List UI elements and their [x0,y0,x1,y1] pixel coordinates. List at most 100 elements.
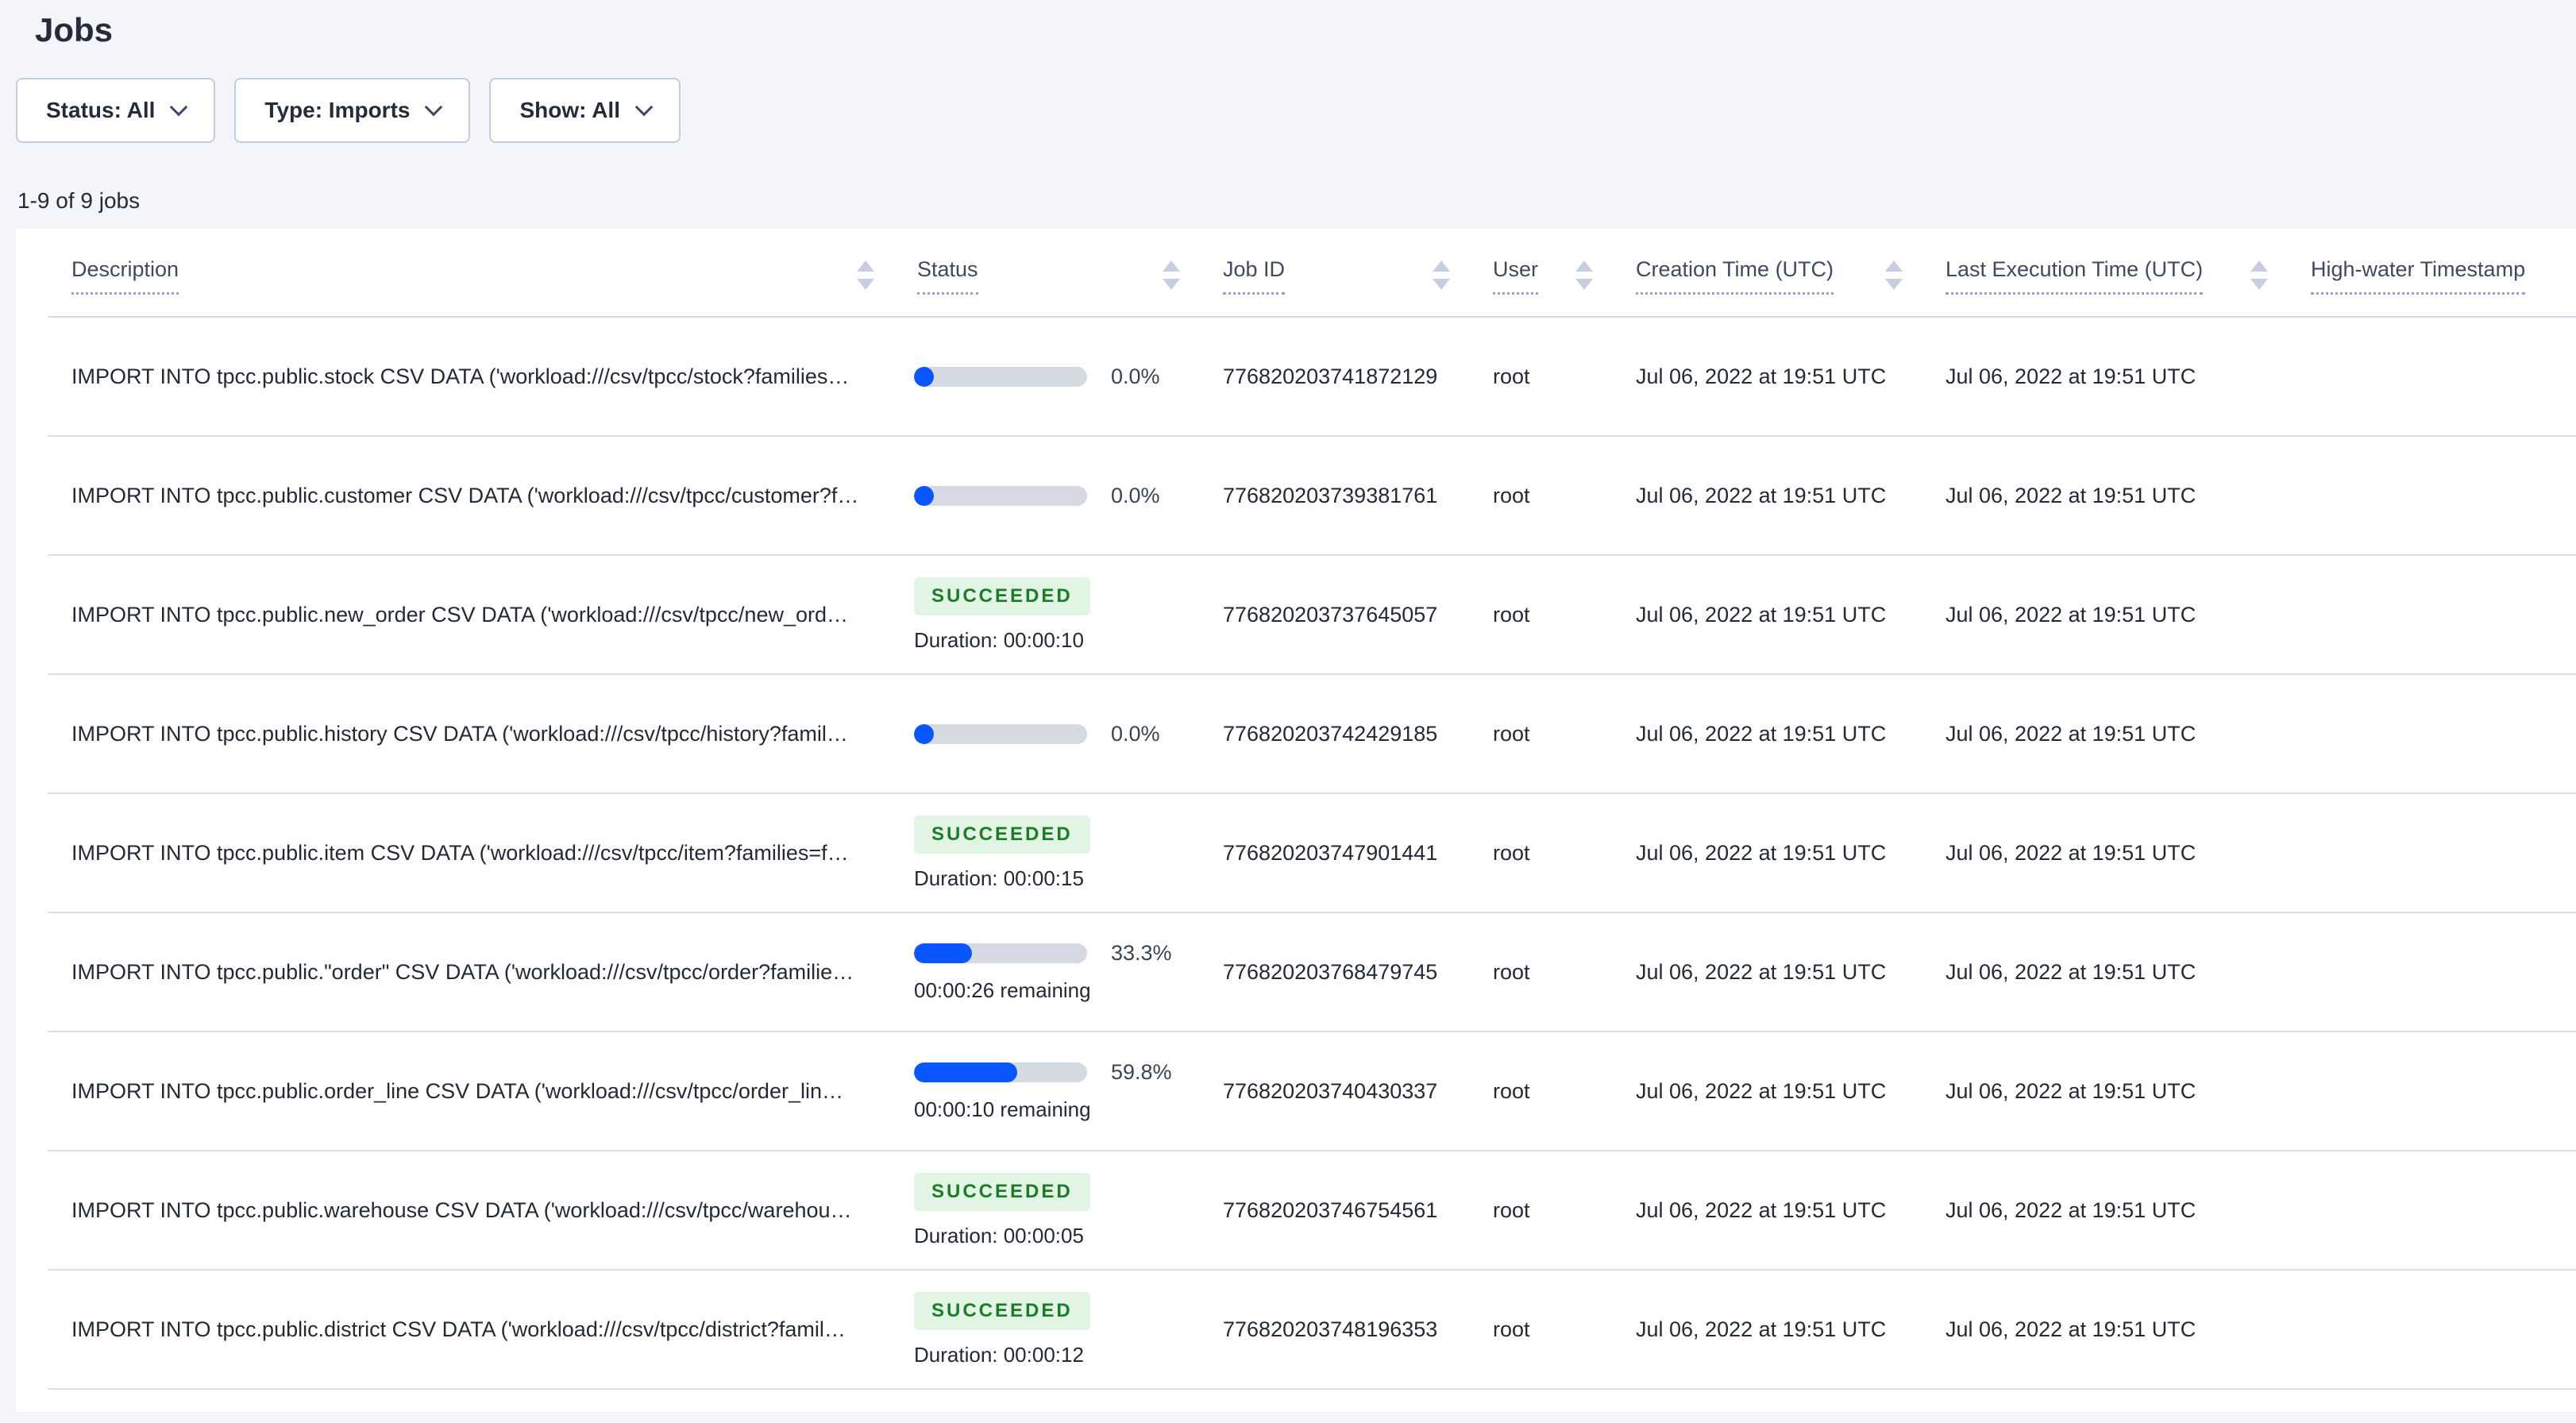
sort-icon[interactable] [1575,260,1593,290]
job-status: 0.0% [901,318,1207,435]
progress-fill [914,485,934,506]
job-status: SUCCEEDED Duration: 00:00:12 [901,1271,1207,1388]
job-description[interactable]: IMPORT INTO tpcc.public.warehouse CSV DA… [16,1151,901,1269]
table-row[interactable]: IMPORT INTO tpcc.public.stock CSV DATA (… [16,318,2576,435]
last-execution-time: Jul 06, 2022 at 19:51 UTC [1945,959,2196,984]
status-duration: Duration: 00:00:10 [914,627,1084,652]
job-status: SUCCEEDED Duration: 00:00:05 [901,1151,1207,1269]
job-status: 0.0% [901,437,1207,554]
creation-time: Jul 06, 2022 at 19:51 UTC [1636,959,1887,984]
status-badge: SUCCEEDED [914,577,1090,615]
table-row[interactable]: IMPORT INTO tpcc.public.new_order CSV DA… [16,556,2576,673]
sort-up-arrow [857,260,874,272]
sort-icon[interactable] [857,260,874,290]
job-user: root [1493,483,1530,507]
progress-line: 0.0% [914,722,1160,746]
job-description[interactable]: IMPORT INTO tpcc.public.order_line CSV D… [16,1032,901,1150]
job-description[interactable]: IMPORT INTO tpcc.public.stock CSV DATA (… [16,318,901,435]
last-execution-time: Jul 06, 2022 at 19:51 UTC [1945,483,2196,507]
progress-bar [914,723,1087,744]
progress-percent: 59.8% [1111,1060,1172,1084]
column-header-status[interactable]: Status [901,229,1207,316]
creation-time: Jul 06, 2022 at 19:51 UTC [1636,1078,1887,1103]
high-water-timestamp [2295,437,2576,554]
job-description[interactable]: IMPORT INTO tpcc.public.customer CSV DAT… [16,437,901,554]
sort-icon[interactable] [1885,260,1903,290]
progress-fill [914,366,934,387]
sort-up-arrow [1163,260,1180,272]
job-description[interactable]: IMPORT INTO tpcc.public."order" CSV DATA… [16,913,901,1031]
creation-time: Jul 06, 2022 at 19:51 UTC [1636,721,1887,746]
progress-percent: 0.0% [1111,721,1160,746]
job-id: 776820203746754561 [1223,1197,1438,1222]
status-badge: SUCCEEDED [914,1291,1090,1330]
job-status: SUCCEEDED Duration: 00:00:10 [901,556,1207,673]
high-water-timestamp [2295,318,2576,435]
column-header-label: Job ID [1223,257,1286,295]
job-description[interactable]: IMPORT INTO tpcc.public.history CSV DATA… [16,675,901,792]
sort-down-arrow [1885,279,1903,290]
status-badge: SUCCEEDED [914,1172,1090,1211]
progress-fill [914,723,934,744]
table-row[interactable]: IMPORT INTO tpcc.public.order_line CSV D… [16,1032,2576,1150]
status-duration: Duration: 00:00:15 [914,866,1084,890]
creation-time: Jul 06, 2022 at 19:51 UTC [1636,1197,1887,1222]
last-execution-time: Jul 06, 2022 at 19:51 UTC [1945,1317,2196,1341]
row-divider [48,1388,2576,1390]
column-header-creation-time-utc[interactable]: Creation Time (UTC) [1620,229,1930,316]
progress-line: 59.8% [914,1060,1172,1085]
sort-icon[interactable] [2250,260,2268,290]
job-id: 776820203747901441 [1223,840,1438,865]
column-header-label: User [1493,257,1539,295]
table-row[interactable]: IMPORT INTO tpcc.public.warehouse CSV DA… [16,1151,2576,1269]
table-row[interactable]: IMPORT INTO tpcc.public.history CSV DATA… [16,675,2576,792]
progress-percent: 33.3% [1111,941,1172,965]
status-filter-dropdown[interactable]: Status: All [16,78,216,143]
job-user: root [1493,602,1530,627]
table-header-row: Description Status Job ID User Creation Time… [16,229,2576,316]
last-execution-time: Jul 06, 2022 at 19:51 UTC [1945,602,2196,627]
table-row[interactable]: IMPORT INTO tpcc.public.customer CSV DAT… [16,437,2576,554]
column-header-description[interactable]: Description [16,229,901,316]
table-row[interactable]: IMPORT INTO tpcc.public.item CSV DATA ('… [16,794,2576,912]
job-description[interactable]: IMPORT INTO tpcc.public.new_order CSV DA… [16,556,901,673]
type-filter-dropdown[interactable]: Type: Imports [234,78,471,143]
job-status: 59.8% 00:00:10 remaining [901,1032,1207,1150]
results-count: 1-9 of 9 jobs [17,188,141,213]
job-description[interactable]: IMPORT INTO tpcc.public.district CSV DAT… [16,1271,901,1388]
column-header-user[interactable]: User [1477,229,1620,316]
sort-icon[interactable] [1433,260,1450,290]
jobs-table: Description Status Job ID User Creation Time… [16,229,2576,1412]
table-row[interactable]: IMPORT INTO tpcc.public."order" CSV DATA… [16,913,2576,1031]
table-body: IMPORT INTO tpcc.public.stock CSV DATA (… [16,318,2576,1390]
progress-fill [914,1062,1018,1082]
sort-up-arrow [1885,260,1903,272]
creation-time: Jul 06, 2022 at 19:51 UTC [1636,1317,1887,1341]
type-filter-label: Type: Imports [264,98,411,122]
sort-down-arrow [1163,279,1180,290]
creation-time: Jul 06, 2022 at 19:51 UTC [1636,483,1887,507]
sort-down-arrow [857,279,874,290]
sort-icon[interactable] [1163,260,1180,290]
column-header-last-execution-time-utc[interactable]: Last Execution Time (UTC) [1930,229,2295,316]
show-filter-dropdown[interactable]: Show: All [489,78,681,143]
creation-time: Jul 06, 2022 at 19:51 UTC [1636,364,1887,388]
column-header-label: Last Execution Time (UTC) [1945,257,2204,295]
job-description[interactable]: IMPORT INTO tpcc.public.item CSV DATA ('… [16,794,901,912]
job-user: root [1493,1317,1530,1341]
progress-line: 33.3% [914,941,1172,966]
job-user: root [1493,1197,1530,1222]
column-header-label: Status [917,257,978,295]
job-status: SUCCEEDED Duration: 00:00:15 [901,794,1207,912]
column-header-high-water-timestamp[interactable]: High-water Timestamp [2295,229,2576,316]
progress-bar [914,943,1087,963]
last-execution-time: Jul 06, 2022 at 19:51 UTC [1945,1078,2196,1103]
progress-remaining: 00:00:26 remaining [914,978,1091,1002]
chevron-down-icon [170,98,188,117]
high-water-timestamp [2295,794,2576,912]
column-header-job-id[interactable]: Job ID [1207,229,1477,316]
table-row[interactable]: IMPORT INTO tpcc.public.district CSV DAT… [16,1271,2576,1388]
status-duration: Duration: 00:00:05 [914,1223,1084,1248]
high-water-timestamp [2295,913,2576,1031]
job-id: 776820203742429185 [1223,721,1438,746]
